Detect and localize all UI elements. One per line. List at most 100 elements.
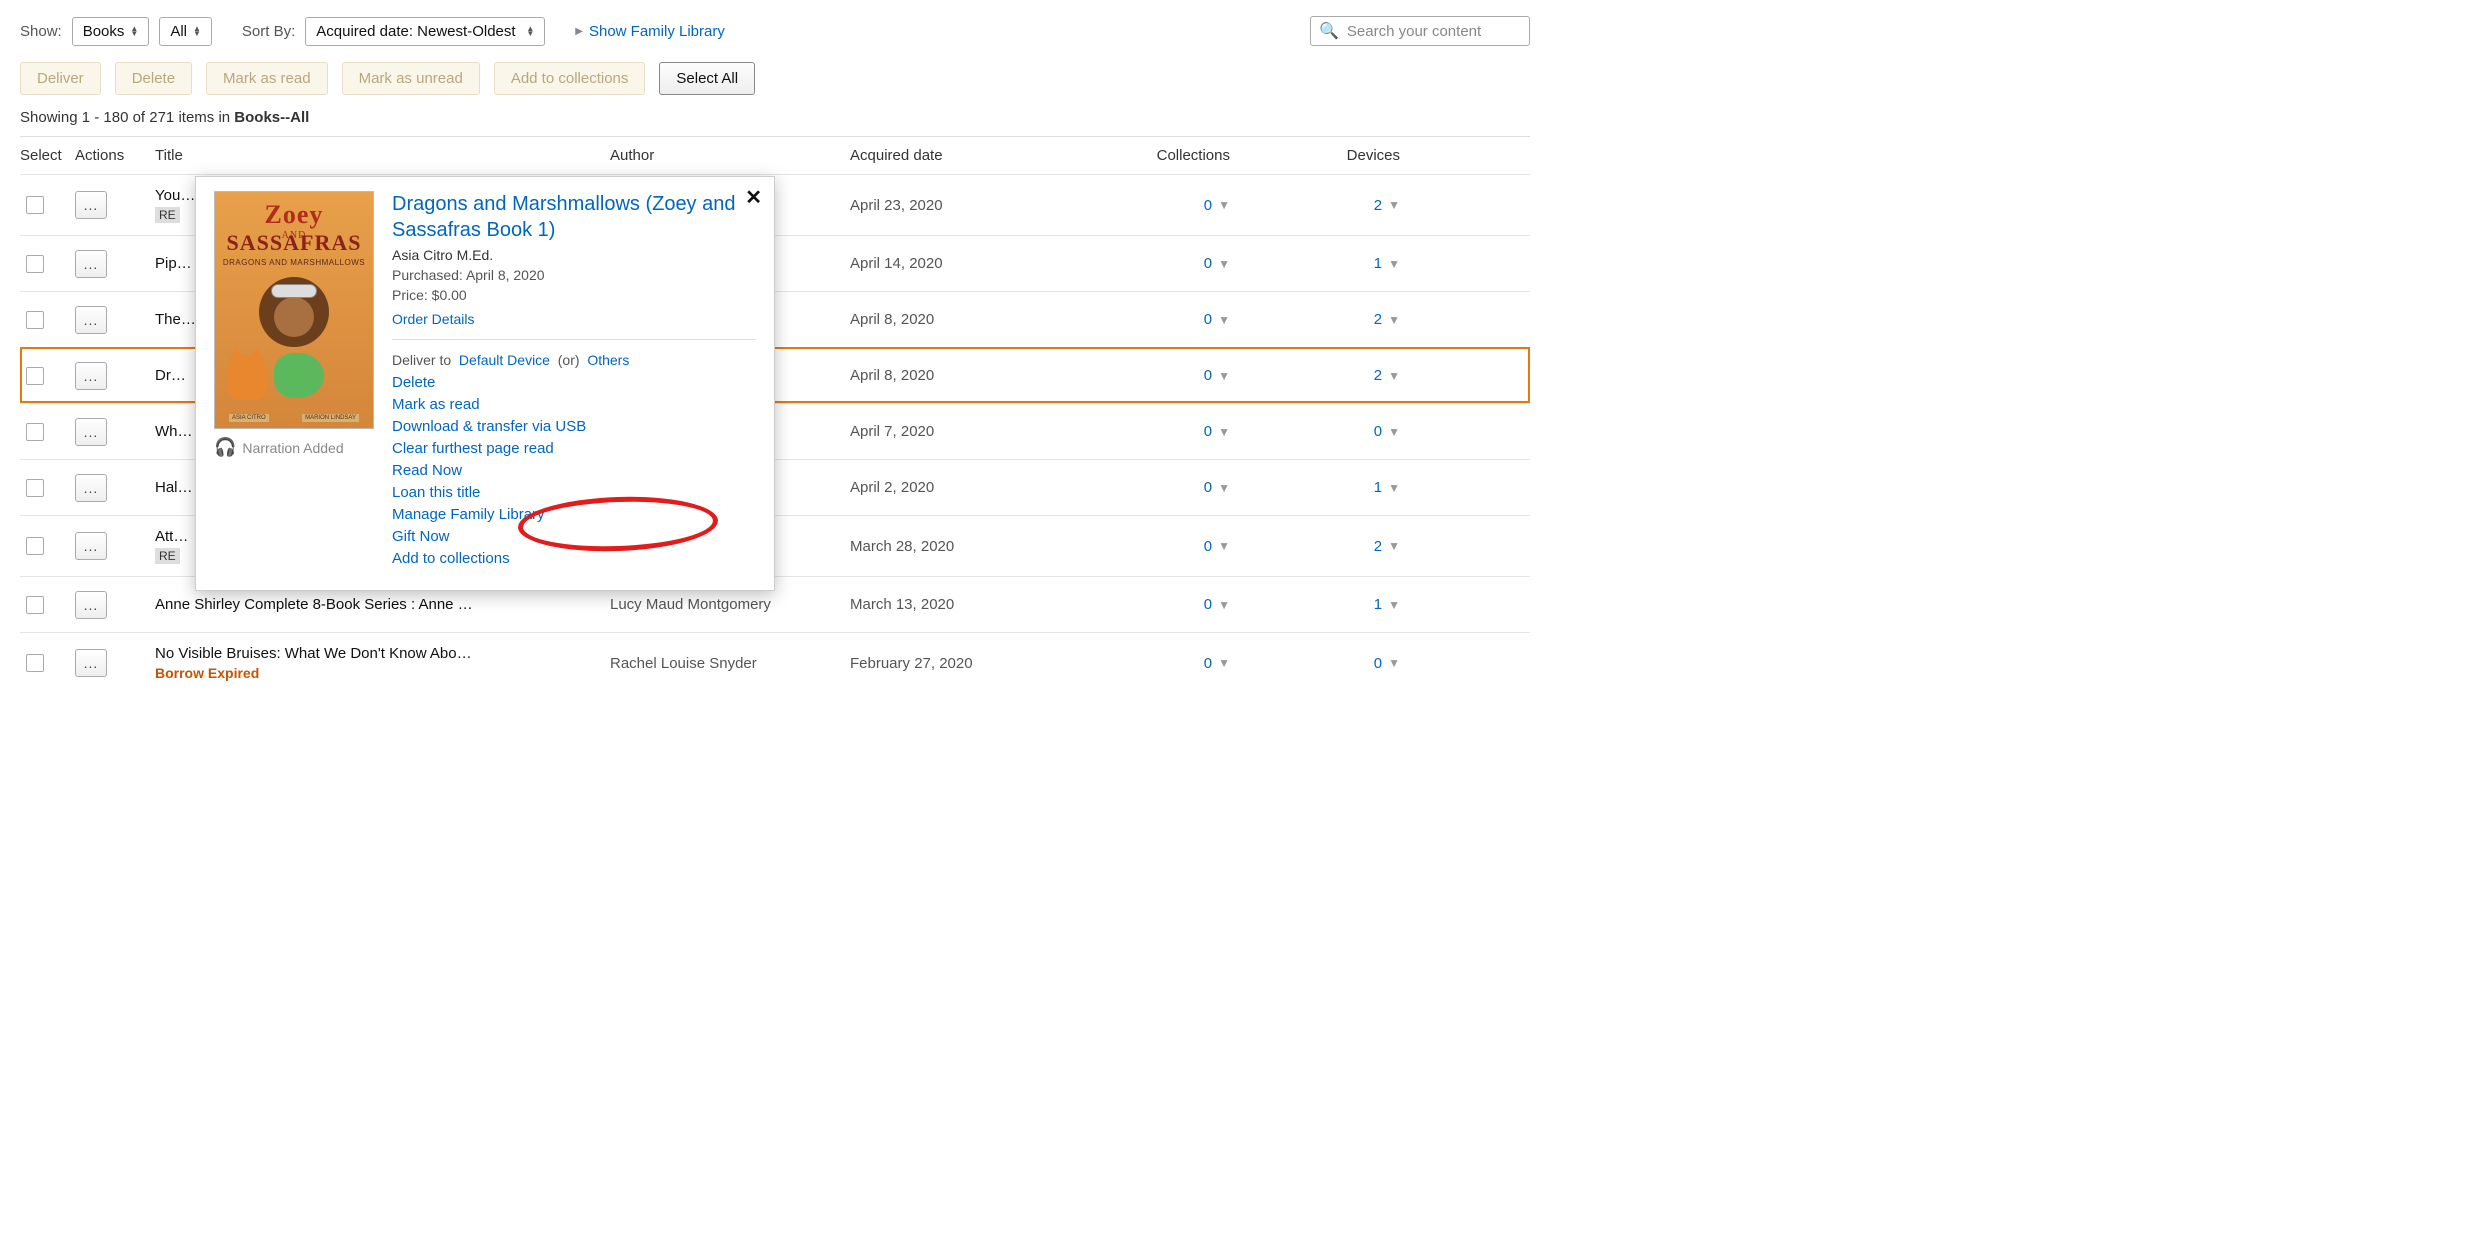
chevron-down-icon: ▼ [1388, 257, 1400, 271]
row-collections-count[interactable]: 0▼ [1090, 197, 1250, 214]
row-collections-count[interactable]: 0▼ [1090, 255, 1250, 272]
row-checkbox[interactable] [26, 479, 44, 497]
delete-button[interactable]: Delete [115, 62, 192, 95]
row-checkbox[interactable] [26, 537, 44, 555]
row-checkbox[interactable] [26, 255, 44, 273]
sort-value: Acquired date: Newest-Oldest [316, 23, 515, 40]
popup-info: Dragons and Marshmallows (Zoey and Sassa… [392, 191, 756, 572]
popup-read-now-link[interactable]: Read Now [392, 462, 756, 479]
row-checkbox[interactable] [26, 311, 44, 329]
borrow-expired-label: Borrow Expired [155, 665, 610, 681]
row-devices-count[interactable]: 2▼ [1250, 311, 1420, 328]
row-devices-count[interactable]: 1▼ [1250, 596, 1420, 613]
popup-manage-family-link[interactable]: Manage Family Library [392, 506, 756, 523]
row-actions-button[interactable]: ... [75, 532, 107, 560]
cover-column: ZoeyAND SASSAFRAS DRAGONS AND MARSHMALLO… [214, 191, 374, 572]
popup-gift-now-link[interactable]: Gift Now [392, 528, 756, 545]
row-collections-count[interactable]: 0▼ [1090, 538, 1250, 555]
deliver-default-device-link[interactable]: Default Device [459, 352, 550, 368]
chevron-down-icon: ▼ [1218, 257, 1230, 271]
popup-loan-title-link[interactable]: Loan this title [392, 484, 756, 501]
mark-as-read-button[interactable]: Mark as read [206, 62, 328, 95]
row-checkbox[interactable] [26, 196, 44, 214]
row-date: March 13, 2020 [850, 596, 1090, 613]
chevron-down-icon: ▼ [1218, 313, 1230, 327]
chevron-down-icon: ▼ [1218, 425, 1230, 439]
row-devices-count[interactable]: 1▼ [1250, 479, 1420, 496]
popup-download-usb-link[interactable]: Download & transfer via USB [392, 418, 756, 435]
chevron-down-icon: ▼ [1218, 539, 1230, 553]
row-actions-button[interactable]: ... [75, 362, 107, 390]
row-actions-button[interactable]: ... [75, 306, 107, 334]
row-checkbox[interactable] [26, 367, 44, 385]
chevron-down-icon: ▼ [1388, 198, 1400, 212]
row-devices-count[interactable]: 2▼ [1250, 367, 1420, 384]
row-title[interactable]: Anne Shirley Complete 8-Book Series : An… [155, 596, 610, 613]
row-collections-count[interactable]: 0▼ [1090, 596, 1250, 613]
row-date: April 8, 2020 [850, 311, 1090, 328]
header-actions: Actions [75, 147, 155, 164]
popup-actions: Delete Mark as read Download & transfer … [392, 374, 756, 567]
header-devices: Devices [1250, 147, 1420, 164]
show-filter-select[interactable]: All ▲▼ [159, 17, 212, 46]
row-checkbox[interactable] [26, 596, 44, 614]
search-input[interactable] [1347, 23, 1521, 40]
show-select[interactable]: Books ▲▼ [72, 17, 150, 46]
deliver-button[interactable]: Deliver [20, 62, 101, 95]
row-collections-count[interactable]: 0▼ [1090, 479, 1250, 496]
deliver-row: Deliver to Default Device (or) Others [392, 352, 756, 368]
row-collections-count[interactable]: 0▼ [1090, 655, 1250, 672]
chevron-down-icon: ▼ [1388, 539, 1400, 553]
row-actions-button[interactable]: ... [75, 250, 107, 278]
row-date: March 28, 2020 [850, 538, 1090, 555]
popup-title-link[interactable]: Dragons and Marshmallows (Zoey and Sassa… [392, 191, 756, 243]
chevron-down-icon: ▼ [1388, 313, 1400, 327]
deliver-label: Deliver to [392, 352, 451, 368]
close-icon[interactable]: ✕ [745, 185, 762, 210]
search-content[interactable]: 🔍 [1310, 16, 1530, 46]
status-badge: RE [155, 548, 180, 564]
content-table: Select Actions Title Author Acquired dat… [20, 136, 1530, 693]
row-actions-button[interactable]: ... [75, 474, 107, 502]
row-collections-count[interactable]: 0▼ [1090, 423, 1250, 440]
select-all-button[interactable]: Select All [659, 62, 755, 95]
row-actions-button[interactable]: ... [75, 418, 107, 446]
add-to-collections-button[interactable]: Add to collections [494, 62, 646, 95]
row-actions-button[interactable]: ... [75, 649, 107, 677]
row-date: April 23, 2020 [850, 197, 1090, 214]
show-value: Books [83, 23, 125, 40]
family-link-text: Show Family Library [589, 23, 725, 40]
header-acquired-date: Acquired date [850, 147, 1090, 164]
popup-price: Price: $0.00 [392, 287, 756, 303]
row-devices-count[interactable]: 0▼ [1250, 423, 1420, 440]
header-select: Select [20, 147, 75, 164]
deliver-or: (or) [558, 352, 580, 368]
chevron-down-icon: ▼ [1388, 481, 1400, 495]
row-devices-count[interactable]: 1▼ [1250, 255, 1420, 272]
row-date: April 14, 2020 [850, 255, 1090, 272]
chevron-down-icon: ▼ [1388, 425, 1400, 439]
row-actions-button[interactable]: ... [75, 591, 107, 619]
row-checkbox[interactable] [26, 423, 44, 441]
updown-icon: ▲▼ [526, 26, 534, 36]
row-checkbox[interactable] [26, 654, 44, 672]
row-devices-count[interactable]: 2▼ [1250, 538, 1420, 555]
row-devices-count[interactable]: 0▼ [1250, 655, 1420, 672]
row-actions-button[interactable]: ... [75, 191, 107, 219]
deliver-others-link[interactable]: Others [587, 352, 629, 368]
row-collections-count[interactable]: 0▼ [1090, 311, 1250, 328]
chevron-down-icon: ▼ [1218, 656, 1230, 670]
result-count: Showing 1 - 180 of 271 items in Books--A… [20, 109, 1530, 136]
popup-delete-link[interactable]: Delete [392, 374, 756, 391]
mark-as-unread-button[interactable]: Mark as unread [342, 62, 480, 95]
popup-clear-page-link[interactable]: Clear furthest page read [392, 440, 756, 457]
row-collections-count[interactable]: 0▼ [1090, 367, 1250, 384]
row-title[interactable]: No Visible Bruises: What We Don't Know A… [155, 645, 610, 681]
popup-mark-read-link[interactable]: Mark as read [392, 396, 756, 413]
order-details-link[interactable]: Order Details [392, 311, 474, 327]
row-date: April 2, 2020 [850, 479, 1090, 496]
show-family-library-link[interactable]: ▶ Show Family Library [575, 23, 725, 40]
row-devices-count[interactable]: 2▼ [1250, 197, 1420, 214]
sort-select[interactable]: Acquired date: Newest-Oldest ▲▼ [305, 17, 545, 46]
popup-add-collections-link[interactable]: Add to collections [392, 550, 756, 567]
